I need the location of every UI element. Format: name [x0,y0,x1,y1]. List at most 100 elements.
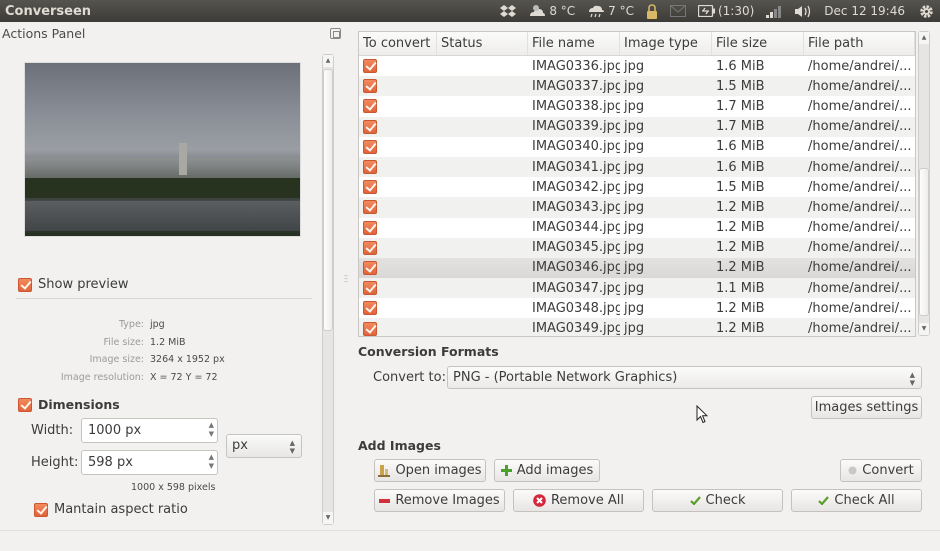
clock[interactable]: Dec 12 19:46 [824,4,905,18]
dropbox-indicator[interactable] [500,4,517,18]
unit-combobox[interactable]: px ▲ ▼ [226,434,302,458]
file-size-cell: 1.2 MiB [716,199,765,215]
column-header-status[interactable]: Status [437,32,528,55]
weather-indicator-1[interactable]: 8 °C [528,4,575,18]
image-type-cell: jpg [624,139,645,155]
file-size-cell: 1.2 MiB [716,260,765,276]
table-scrollbar[interactable]: ▲ ▼ [918,31,930,336]
convert-checkbox[interactable] [363,240,377,255]
table-row[interactable]: IMAG0346.jpg jpg 1.2 MiB/home/andrei/... [359,257,915,279]
column-header-to-convert[interactable]: To convert [359,32,437,55]
table-row[interactable]: IMAG0339.jpg jpg 1.7 MiB/home/andrei/... [359,116,915,137]
scroll-thumb[interactable] [323,69,333,331]
column-header-image-type[interactable]: Image type [620,32,712,55]
app-title: Converseen [5,3,92,19]
scroll-down-icon[interactable]: ▼ [323,512,333,524]
image-type-cell: jpg [624,119,645,135]
convert-checkbox[interactable] [363,321,377,336]
convert-checkbox[interactable] [363,160,377,175]
images-settings-button[interactable]: Images settings [811,396,922,419]
images-settings-label: Images settings [814,400,919,415]
format-value: PNG - (Portable Network Graphics) [453,370,678,385]
height-spinbox[interactable]: 598 px ▲ ▼ [81,450,218,475]
table-row[interactable]: IMAG0336.jpg jpg 1.6 MiB/home/andrei/... [359,56,915,76]
convert-checkbox[interactable] [363,180,377,195]
convert-checkbox[interactable] [363,79,377,94]
width-spinbox[interactable]: 1000 px ▲ ▼ [81,418,218,443]
convert-checkbox[interactable] [363,59,377,74]
file-name-cell: IMAG0341.jpg [532,159,620,175]
table-row[interactable]: IMAG0347.jpg jpg 1.1 MiB/home/andrei/... [359,278,915,299]
file-size-cell: 1.6 MiB [716,139,765,155]
image-type-cell: jpg [624,280,645,296]
open-images-button[interactable]: Open images [374,459,486,482]
scroll-down-icon[interactable]: ▼ [919,323,929,335]
add-images-button[interactable]: Add images [494,459,600,482]
checkmark-icon [689,496,701,505]
convert-checkbox[interactable] [363,260,377,275]
convert-checkbox[interactable] [363,281,377,296]
left-panel-scrollbar[interactable]: ▲ ▼ [322,54,334,525]
scroll-up-icon[interactable]: ▲ [323,55,333,67]
table-row[interactable]: IMAG0338.jpg jpg 1.7 MiB/home/andrei/... [359,96,915,116]
to-convert-cell [359,321,437,336]
convert-checkbox[interactable] [363,301,377,316]
minus-icon [379,498,391,503]
convert-checkbox[interactable] [363,200,377,215]
preview-tower [179,143,187,175]
maintain-aspect-checkbox[interactable]: Mantain aspect ratio [34,502,188,517]
spin-arrows-icon[interactable]: ▲ ▼ [209,453,214,471]
format-combobox[interactable]: PNG - (Portable Network Graphics) ▲ ▼ [447,366,922,389]
convert-checkbox[interactable] [363,119,377,134]
convert-to-label: Convert to: [373,370,446,385]
table-row[interactable]: IMAG0343.jpg jpg 1.2 MiB/home/andrei/... [359,197,915,218]
to-convert-cell [359,160,437,175]
column-header-file-path[interactable]: File path [804,32,915,55]
table-row[interactable]: IMAG0341.jpg jpg 1.6 MiB/home/andrei/... [359,156,915,178]
weather-indicator-2[interactable]: 7 °C [587,4,634,18]
remove-all-button[interactable]: Remove All [513,489,644,512]
table-row[interactable]: IMAG0342.jpg jpg 1.5 MiB/home/andrei/... [359,177,915,197]
session-indicator[interactable] [919,4,934,19]
convert-checkbox[interactable] [363,99,377,114]
conversion-formats-title: Conversion Formats [358,344,499,359]
spin-arrows-icon[interactable]: ▲ ▼ [209,421,214,439]
convert-button[interactable]: Convert [840,459,922,482]
table-row[interactable]: IMAG0349.jpg jpg 1.2 MiB/home/andrei/... [359,318,915,337]
file-path-cell: /home/andrei/... [808,260,912,276]
sound-indicator[interactable] [794,5,812,18]
table-row[interactable]: IMAG0337.jpg jpg 1.5 MiB/home/andrei/... [359,76,915,97]
column-header-file-size[interactable]: File size [712,32,804,55]
file-name-cell: IMAG0338.jpg [532,98,620,114]
remove-images-button[interactable]: Remove Images [374,489,505,512]
file-table: To convert Status File name Image type F… [358,31,916,337]
to-convert-cell [359,260,437,275]
messaging-indicator[interactable] [669,5,686,17]
info-key: File size: [103,336,144,348]
table-row[interactable]: IMAG0344.jpg jpg 1.2 MiB/home/andrei/... [359,218,915,238]
table-row[interactable]: IMAG0340.jpg jpg 1.6 MiB/home/andrei/... [359,137,915,157]
table-row[interactable]: IMAG0348.jpg jpg 1.2 MiB/home/andrei/... [359,298,915,318]
file-name-cell: IMAG0339.jpg [532,119,620,135]
column-header-file-name[interactable]: File name [528,32,620,55]
convert-checkbox[interactable] [363,220,377,235]
convert-checkbox[interactable] [363,139,377,154]
file-name-cell: IMAG0348.jpg [532,300,620,316]
dimensions-checkbox[interactable]: Dimensions [18,397,120,412]
file-name-cell: IMAG0345.jpg [532,240,620,256]
network-indicator[interactable] [766,5,782,18]
image-type-cell: jpg [624,321,645,337]
table-row[interactable]: IMAG0345.jpg jpg 1.2 MiB/home/andrei/... [359,237,915,258]
width-value: 1000 px [88,423,142,438]
scroll-up-icon[interactable]: ▲ [919,32,929,44]
show-preview-checkbox[interactable]: Show preview [18,277,128,292]
scroll-thumb[interactable] [919,168,929,316]
checkbox-checked-icon [18,397,32,412]
check-all-button[interactable]: Check All [791,489,922,512]
table-body: IMAG0336.jpg jpg 1.6 MiB/home/andrei/... IM… [359,56,915,337]
pane-splitter-handle[interactable]: – – – [344,272,348,286]
keyring-indicator[interactable] [646,3,658,19]
check-button[interactable]: Check [652,489,783,512]
battery-indicator[interactable]: (1:30) [697,4,754,18]
detach-panel-icon[interactable] [330,28,341,39]
